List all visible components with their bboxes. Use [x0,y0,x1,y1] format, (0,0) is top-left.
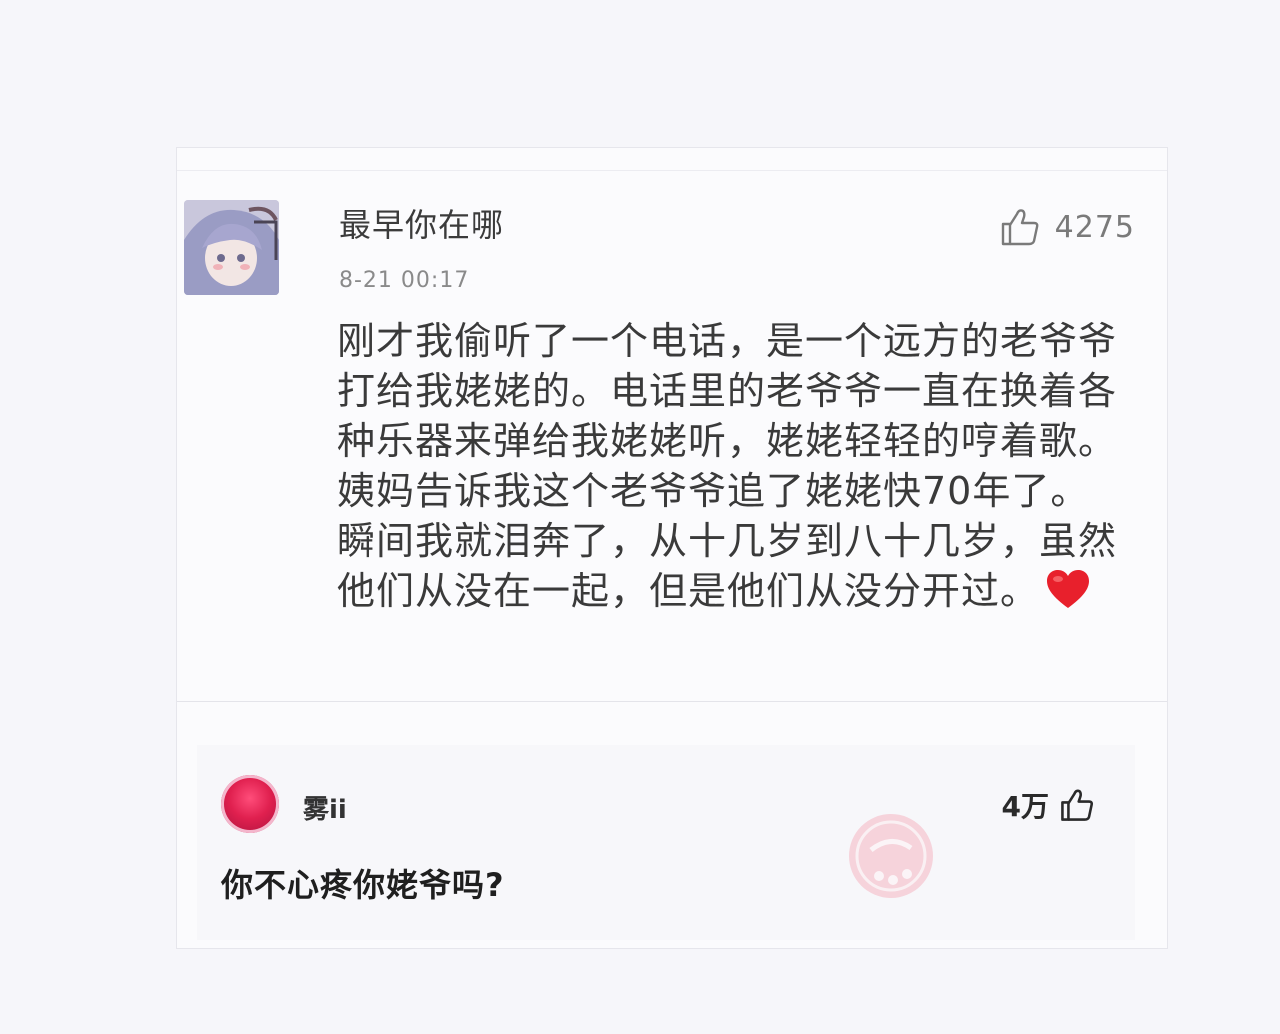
card-top-divider [177,170,1167,171]
reply-avatar[interactable] [221,775,279,833]
reply-text: 你不心疼你姥爷吗? [221,866,505,904]
section-divider [177,701,1167,702]
anime-avatar-image [184,200,279,295]
reply-username[interactable]: 雾ii [303,789,347,826]
reply-item: 雾ii 4万 你不心疼你姥爷吗? [197,745,1135,940]
comment-like-count: 4275 [1054,209,1135,245]
stamp-sticker-icon [849,814,933,898]
reply-like-count: 4万 [1001,790,1049,823]
comment-body: 刚才我偷听了一个电话，是一个远方的老爷爷打给我姥姥的。电话里的老爷爷一直在换着各… [337,316,1127,616]
avatar[interactable] [184,200,279,295]
comment-like-button[interactable]: 4275 [999,206,1135,248]
heart-icon [1047,570,1090,608]
comment-timestamp: 8-21 00:17 [339,268,470,293]
reply-like-button[interactable]: 4万 [1002,785,1095,825]
comment-body-text: 刚才我偷听了一个电话，是一个远方的老爷爷打给我姥姥的。电话里的老爷爷一直在换着各… [337,319,1118,613]
thumbs-up-icon [1061,789,1094,821]
comment-username[interactable]: 最早你在哪 [339,200,504,246]
comment-card: 最早你在哪 8-21 00:17 4275 刚才我偷听了一个电话，是一个远方的老… [176,147,1168,949]
thumbs-up-icon [1001,209,1039,246]
